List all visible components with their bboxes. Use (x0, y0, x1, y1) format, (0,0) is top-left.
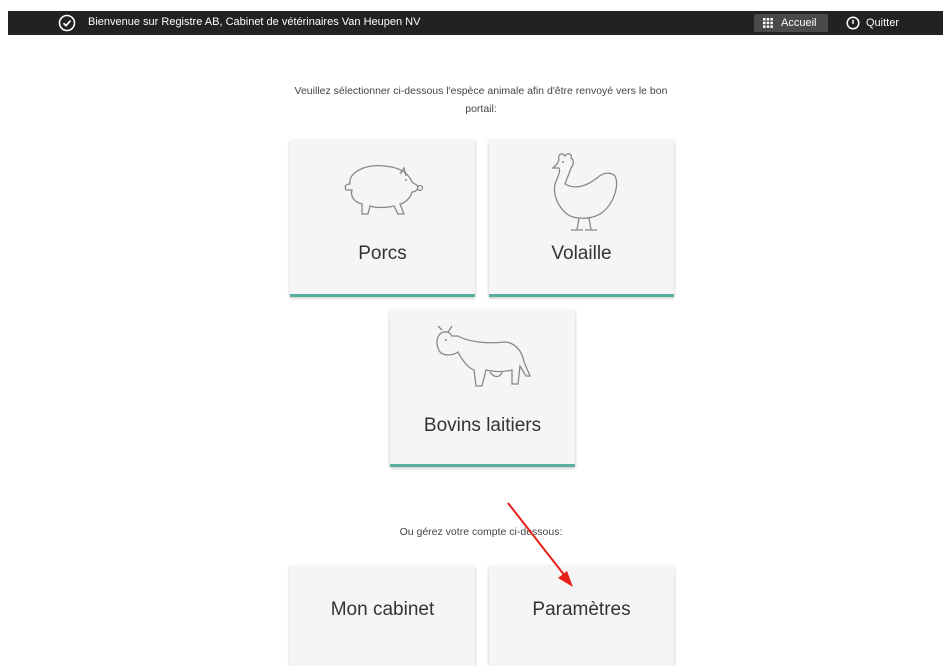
power-icon (846, 16, 860, 30)
cow-icon (436, 326, 531, 387)
grid-icon (763, 18, 773, 28)
species-tile-dairy-cattle[interactable]: Bovins laitiers (390, 310, 575, 467)
quit-label: Quitter (866, 17, 900, 29)
chicken-icon (551, 153, 618, 231)
check-circle-icon (58, 14, 76, 32)
my-practice-label: Mon cabinet (330, 599, 435, 620)
species-label: Volaille (551, 243, 612, 264)
settings-label: Paramètres (532, 599, 631, 620)
species-label: Porcs (358, 243, 407, 264)
top-bar: Bienvenue sur Registre AB, Cabinet de vé… (8, 11, 943, 35)
my-practice-tile[interactable]: Mon cabinet (290, 566, 475, 666)
pig-icon (344, 165, 424, 215)
intro-text: Veuillez sélectionner ci-dessous l'espèc… (294, 85, 668, 115)
home-label: Accueil (781, 17, 817, 29)
quit-button[interactable]: Quitter (842, 14, 912, 32)
welcome-text: Bienvenue sur Registre AB, Cabinet de vé… (88, 16, 421, 28)
settings-tile[interactable]: Paramètres (489, 566, 674, 666)
account-text: Ou gérez votre compte ci-dessous: (399, 526, 563, 538)
species-label: Bovins laitiers (423, 415, 542, 436)
species-tile-poultry[interactable]: Volaille (489, 140, 674, 297)
species-tile-pigs[interactable]: Porcs (290, 140, 475, 297)
home-button[interactable]: Accueil (754, 14, 828, 32)
